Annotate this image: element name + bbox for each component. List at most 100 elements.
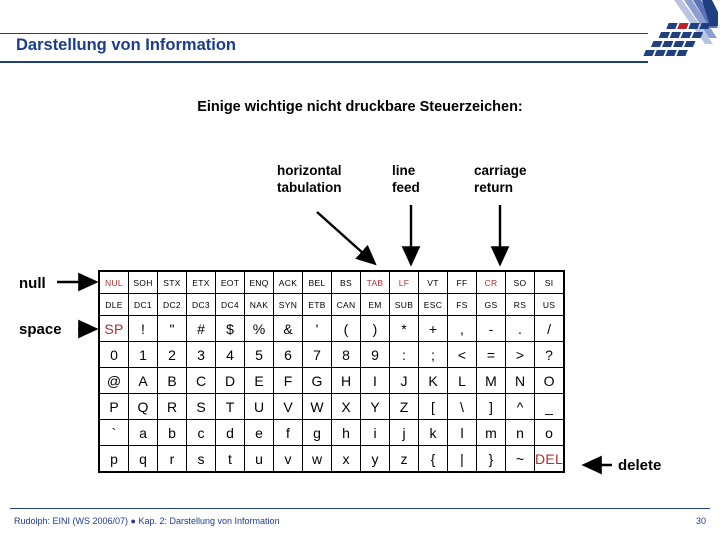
ascii-cell: ' <box>302 315 332 342</box>
ascii-cell: , <box>447 315 477 342</box>
ascii-cell: STX <box>157 270 187 294</box>
ascii-character-table: NUL SOH STX ETX EOT ENQ ACK BEL BS TAB LF VT FF CR SO S… <box>98 270 566 473</box>
ascii-table-row: p q r s t u v w x y z{|} ~ DEL <box>98 445 565 473</box>
ascii-cell: o <box>534 419 565 446</box>
ascii-cell: P <box>98 393 129 420</box>
ascii-cell: DC4 <box>215 293 245 316</box>
ascii-cell: y <box>360 445 390 473</box>
callout-tab-line2: tabulation <box>277 180 342 195</box>
ascii-cell: ^ <box>505 393 535 420</box>
ascii-cell: J <box>389 367 419 394</box>
ascii-cell: ETB <box>302 293 332 316</box>
ascii-cell: N <box>505 367 535 394</box>
ascii-cell: ` <box>98 419 129 446</box>
ascii-cell: e <box>244 419 274 446</box>
ascii-cell: & <box>273 315 303 342</box>
ascii-cell: q <box>128 445 158 473</box>
ascii-cell: i <box>360 419 390 446</box>
ascii-cell: US <box>534 293 565 316</box>
ascii-cell: 9 <box>360 341 390 368</box>
ascii-cell: M <box>476 367 506 394</box>
ascii-cell: g <box>302 419 332 446</box>
footer-text: Rudolph: EINI (WS 2006/07) ● Kap. 2: Dar… <box>14 516 280 526</box>
ascii-cell: - <box>476 315 506 342</box>
ascii-cell: I <box>360 367 390 394</box>
ascii-cell: EOT <box>215 270 245 294</box>
ascii-cell: C <box>186 367 216 394</box>
ascii-cell: SP <box>98 315 129 342</box>
ascii-cell: | <box>447 445 477 473</box>
ascii-cell: 0 <box>98 341 129 368</box>
ascii-cell: D <box>215 367 245 394</box>
ascii-cell: c <box>186 419 216 446</box>
callout-lf-line1: line <box>392 163 416 178</box>
ascii-cell: % <box>244 315 274 342</box>
ascii-table-row: P Q R S T U V W X Y Z[\] ^ _ <box>98 393 565 420</box>
ascii-cell: ESC <box>418 293 448 316</box>
ascii-cell: : <box>389 341 419 368</box>
ascii-cell: _ <box>534 393 565 420</box>
ascii-cell: 5 <box>244 341 274 368</box>
ascii-cell: EM <box>360 293 390 316</box>
ascii-cell: H <box>331 367 361 394</box>
ascii-cell: 8 <box>331 341 361 368</box>
callout-tab-line1: horizontal <box>277 163 342 178</box>
ascii-table-body: NUL SOH STX ETX EOT ENQ ACK BEL BS TAB LF VT FF CR SO S… <box>98 270 565 473</box>
ascii-table-row: @ A B C D E F G H I J K L M N O <box>98 367 565 394</box>
ascii-cell: * <box>389 315 419 342</box>
ascii-cell: = <box>476 341 506 368</box>
ascii-cell: W <box>302 393 332 420</box>
ascii-cell: VT <box>418 270 448 294</box>
ascii-cell: ? <box>534 341 565 368</box>
ascii-cell: DLE <box>98 293 129 316</box>
ascii-cell: # <box>186 315 216 342</box>
callout-carriage-return: carriage return <box>474 162 527 196</box>
ascii-cell: BEL <box>302 270 332 294</box>
ascii-cell: b <box>157 419 187 446</box>
ascii-cell: E <box>244 367 274 394</box>
footer-page-number: 30 <box>695 516 706 526</box>
ascii-cell: DC2 <box>157 293 187 316</box>
ascii-cell: Q <box>128 393 158 420</box>
ascii-cell: Y <box>360 393 390 420</box>
ascii-cell: $ <box>215 315 245 342</box>
ascii-cell: ! <box>128 315 158 342</box>
ascii-cell: 3 <box>186 341 216 368</box>
ascii-cell: x <box>331 445 361 473</box>
ascii-cell: + <box>418 315 448 342</box>
ascii-cell: U <box>244 393 274 420</box>
ascii-cell: " <box>157 315 187 342</box>
ascii-cell: A <box>128 367 158 394</box>
ascii-cell: \ <box>447 393 477 420</box>
callout-horizontal-tabulation: horizontal tabulation <box>277 162 342 196</box>
ascii-cell: SUB <box>389 293 419 316</box>
ascii-cell: ; <box>418 341 448 368</box>
ascii-cell: 6 <box>273 341 303 368</box>
ascii-cell: CR <box>476 270 506 294</box>
ascii-cell: F <box>273 367 303 394</box>
ascii-cell: CAN <box>331 293 361 316</box>
callout-lf-line2: feed <box>392 180 420 195</box>
callout-line-feed: line feed <box>392 162 420 196</box>
ascii-cell: ETX <box>186 270 216 294</box>
ascii-cell: > <box>505 341 535 368</box>
ascii-cell: SYN <box>273 293 303 316</box>
ascii-cell: z <box>389 445 419 473</box>
ascii-cell: 1 <box>128 341 158 368</box>
ascii-cell: FF <box>447 270 477 294</box>
ascii-cell: ( <box>331 315 361 342</box>
slide-header: Darstellung von Information <box>0 0 720 80</box>
title-rule-bottom <box>0 61 648 63</box>
label-space: space <box>19 321 62 338</box>
ascii-cell: G <box>302 367 332 394</box>
callout-cr-line2: return <box>474 180 514 195</box>
ascii-table-row: DLE DC1 DC2 DC3 DC4 NAK SYN ETB CAN EM SUB ESC FS GS R… <box>98 293 565 316</box>
ascii-table-row: SP! " # $% & '() * +, -. / <box>98 315 565 342</box>
ascii-cell: K <box>418 367 448 394</box>
ascii-cell: DC1 <box>128 293 158 316</box>
ascii-cell: L <box>447 367 477 394</box>
ascii-cell: LF <box>389 270 419 294</box>
ascii-cell: TAB <box>360 270 390 294</box>
subtitle: Einige wichtige nicht druckbare Steuerze… <box>197 99 523 115</box>
ascii-cell: < <box>447 341 477 368</box>
